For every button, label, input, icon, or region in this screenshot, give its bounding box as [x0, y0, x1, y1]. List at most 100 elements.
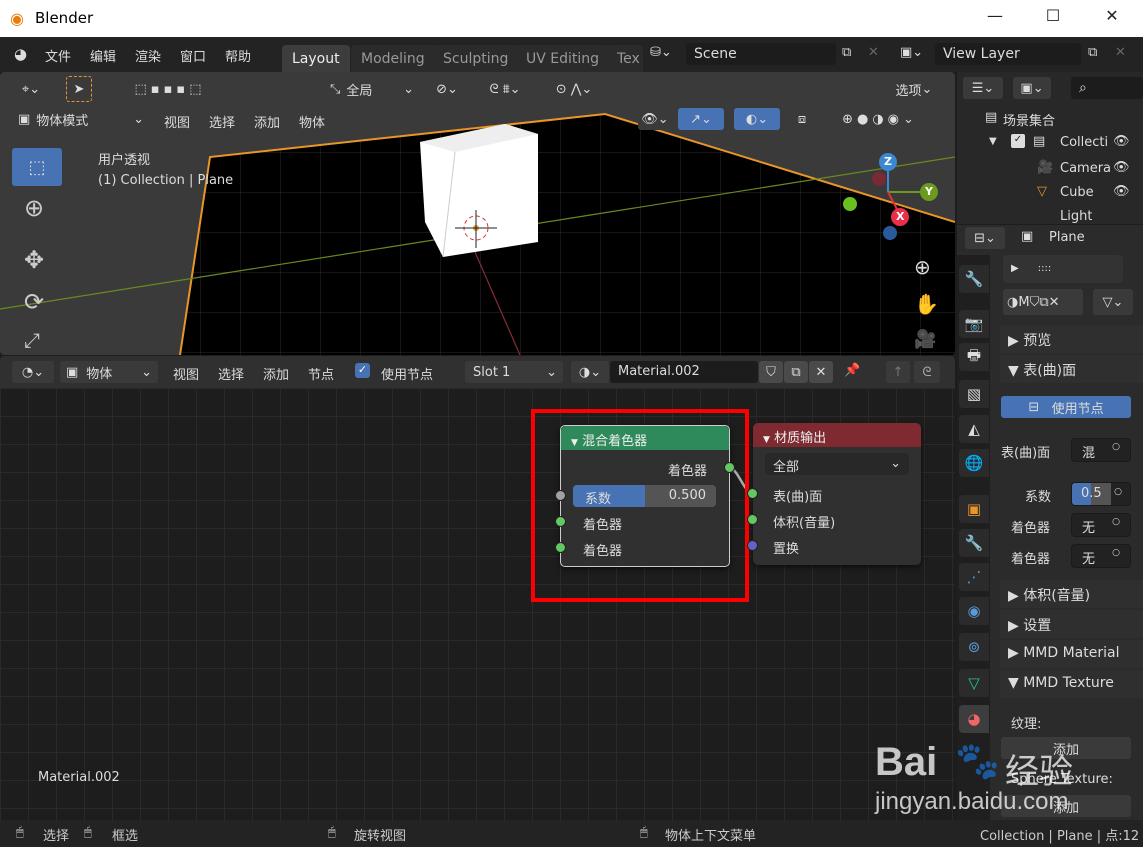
visibility-eye-icon[interactable]: 👁 [1113, 160, 1130, 175]
material-tab-icon[interactable]: ◕ [959, 705, 989, 733]
props-shader2-field[interactable]: 无 ○ [1071, 544, 1131, 568]
fake-user-shield-icon[interactable]: ⛉ [759, 361, 783, 383]
mode-dropdown[interactable]: ▣ 物体模式 ⌄ [12, 108, 150, 130]
particles-tab-icon[interactable]: ⋰ [959, 563, 989, 591]
menu-window[interactable]: 窗口 [180, 46, 206, 65]
menu-file[interactable]: 文件 [45, 46, 71, 65]
output-target-dropdown[interactable]: 全部 ⌄ [765, 453, 909, 475]
node-menu-node[interactable]: 节点 [308, 364, 334, 383]
use-nodes-checkbox[interactable]: ✓ [355, 363, 370, 378]
material-output-node[interactable]: ▼ 材质输出 全部 ⌄ 表(曲)面 体积(音量) 置换 [747, 423, 921, 565]
data-tab-icon[interactable]: ▽ [959, 669, 989, 697]
mix-shader-header[interactable]: ▼ 混合着色器 [561, 426, 729, 450]
shading-mode-buttons[interactable]: ⊕●◑◉⌄ [820, 108, 940, 130]
world-tab-icon[interactable]: 🌐 [959, 449, 989, 477]
mesh-data-button[interactable]: ▽⌄ [1093, 289, 1133, 315]
material-browse-button[interactable]: ◑⌄ [571, 361, 609, 383]
viewport-menu-add[interactable]: 添加 [254, 112, 280, 131]
props-factor-field[interactable]: 0.5 ○ [1071, 482, 1131, 506]
view-layer-icon[interactable]: ▣⌄ [900, 45, 923, 60]
mix-output-socket[interactable] [724, 462, 735, 473]
material-slot-list[interactable]: ▶ :::: [1003, 255, 1123, 283]
node-editor-type-button[interactable]: ◔⌄ [12, 361, 54, 383]
sphere-texture-add-button[interactable]: 添加 [1001, 795, 1131, 817]
shader-input-2-socket[interactable] [555, 542, 566, 553]
viewport-menu-select[interactable]: 选择 [209, 112, 235, 131]
texture-add-button[interactable]: 添加 [1001, 737, 1131, 759]
pan-view-icon[interactable]: ✋ [914, 292, 939, 316]
3d-viewport[interactable]: Z Y X ⌖⌄ ➤ ⬚▪▪▪⬚ ⤡ 全局 ⌄ ⊘⌄ ᘓ ⩩⌄ ⊙ ⋀⌄ 选项 ⌄ … [0, 72, 955, 355]
expand-collection-icon[interactable]: ▼ [989, 136, 997, 147]
gizmo-toggle-button[interactable]: ↗⌄ [678, 108, 724, 130]
displacement-socket[interactable] [747, 540, 758, 551]
editor-type-button[interactable]: ⌖⌄ [12, 78, 50, 100]
overlay-toggle-button[interactable]: ◐⌄ [734, 108, 780, 130]
close-button[interactable]: ✕ [1097, 6, 1127, 30]
factor-socket[interactable] [555, 490, 566, 501]
scene-icon[interactable]: ⛁⌄ [650, 45, 672, 60]
view-layer-tab-icon[interactable]: ▧ [959, 380, 989, 408]
node-editor-canvas[interactable]: ▼ 混合着色器 着色器 系数 0.500 着色器 着色器 ▼ 材质输出 全部 ⌄ … [0, 388, 955, 820]
cursor-tool-icon[interactable]: ⊕ [24, 194, 44, 222]
visibility-eye-icon[interactable]: 👁 [1113, 184, 1130, 199]
snapping-button[interactable]: ᘓ ⩩⌄ [472, 78, 538, 100]
section-settings[interactable]: ▶ 设置 [1000, 610, 1143, 638]
copy-view-layer-icon[interactable]: ⧉ [1088, 45, 1097, 60]
copy-scene-icon[interactable]: ⧉ [842, 45, 851, 60]
move-tool-icon[interactable]: ✥ [24, 246, 44, 274]
tool-tab-icon[interactable]: 🔧 [959, 265, 989, 293]
select-tool-icon[interactable]: ➤ [66, 76, 92, 102]
tab-texture[interactable]: Tex [607, 45, 643, 72]
volume-socket[interactable] [747, 514, 758, 525]
view-layer-field[interactable]: View Layer [935, 43, 1081, 65]
select-box-tool[interactable]: ⬚ [12, 148, 62, 186]
camera-view-icon[interactable]: 🎥 [914, 329, 936, 350]
node-menu-select[interactable]: 选择 [218, 364, 244, 383]
proportional-editing-button[interactable]: ⊙ ⋀⌄ [545, 78, 603, 100]
physics-tab-icon[interactable]: ◉ [959, 597, 989, 625]
menu-help[interactable]: 帮助 [225, 46, 251, 65]
menu-edit[interactable]: 编辑 [90, 46, 116, 65]
object-tab-icon[interactable]: ▣ [959, 495, 989, 523]
options-dropdown[interactable]: 选项 ⌄ [886, 78, 942, 100]
remove-view-layer-icon[interactable]: ✕ [1115, 45, 1126, 60]
tab-modeling[interactable]: Modeling [351, 45, 435, 72]
pin-icon[interactable]: 📌 [844, 363, 860, 378]
mix-shader-node[interactable]: ▼ 混合着色器 着色器 系数 0.500 着色器 着色器 [555, 425, 735, 567]
viewport-menu-object[interactable]: 物体 [299, 112, 325, 131]
section-mmd-texture[interactable]: ▼ MMD Texture [1000, 670, 1143, 698]
display-mode-button[interactable]: ▣⌄ [1013, 77, 1051, 99]
remove-scene-icon[interactable]: ✕ [868, 45, 879, 60]
visibility-button[interactable]: 👁⌄ [638, 108, 672, 130]
duplicate-material-icon[interactable]: ⧉ [784, 361, 808, 383]
props-shader1-field[interactable]: 无 ○ [1071, 513, 1131, 537]
visibility-eye-icon[interactable]: 👁 [1113, 134, 1130, 149]
collection-checkbox[interactable]: ✓ [1011, 134, 1025, 148]
minimize-button[interactable]: — [980, 6, 1010, 30]
slot-dropdown[interactable]: Slot 1 ⌄ [465, 361, 563, 383]
blender-menu-icon[interactable]: ◕ [14, 45, 27, 63]
section-preview[interactable]: ▶ 预览 [1000, 325, 1143, 353]
section-volume[interactable]: ▶ 体积(音量) [1000, 580, 1143, 608]
material-output-header[interactable]: ▼ 材质输出 [753, 423, 921, 447]
scene-collection-label[interactable]: 场景集合 [1003, 110, 1055, 129]
tab-layout[interactable]: Layout [282, 45, 350, 72]
unlink-material-icon[interactable]: ✕ [809, 361, 833, 383]
transform-orientation-dropdown[interactable]: ⤡ 全局 ⌄ [322, 78, 420, 100]
snap-icon[interactable]: ᘓ [914, 361, 940, 383]
tab-uv-editing[interactable]: UV Editing [516, 45, 610, 72]
surface-shader-field[interactable]: 混 ○ [1071, 438, 1131, 462]
selection-mode-buttons[interactable]: ⬚▪▪▪⬚ [111, 78, 229, 100]
outliner-type-button[interactable]: ☰⌄ [963, 77, 1003, 99]
rotate-tool-icon[interactable]: ⟳ [24, 288, 44, 316]
output-tab-icon[interactable]: 🖶 [959, 343, 989, 371]
parent-node-tree-icon[interactable]: ↑ [886, 361, 910, 383]
xray-button[interactable]: ⧈ [790, 108, 814, 130]
scene-field[interactable]: Scene [686, 43, 836, 65]
modifier-tab-icon[interactable]: 🔧 [959, 529, 989, 557]
outliner-item-cube[interactable]: Cube [1060, 185, 1094, 200]
factor-slider[interactable]: 系数 0.500 [573, 485, 716, 507]
scene-tab-icon[interactable]: ◭ [959, 415, 989, 443]
constraints-tab-icon[interactable]: ⊚ [959, 633, 989, 661]
shader-type-dropdown[interactable]: ▣ 物体 ⌄ [60, 361, 158, 383]
